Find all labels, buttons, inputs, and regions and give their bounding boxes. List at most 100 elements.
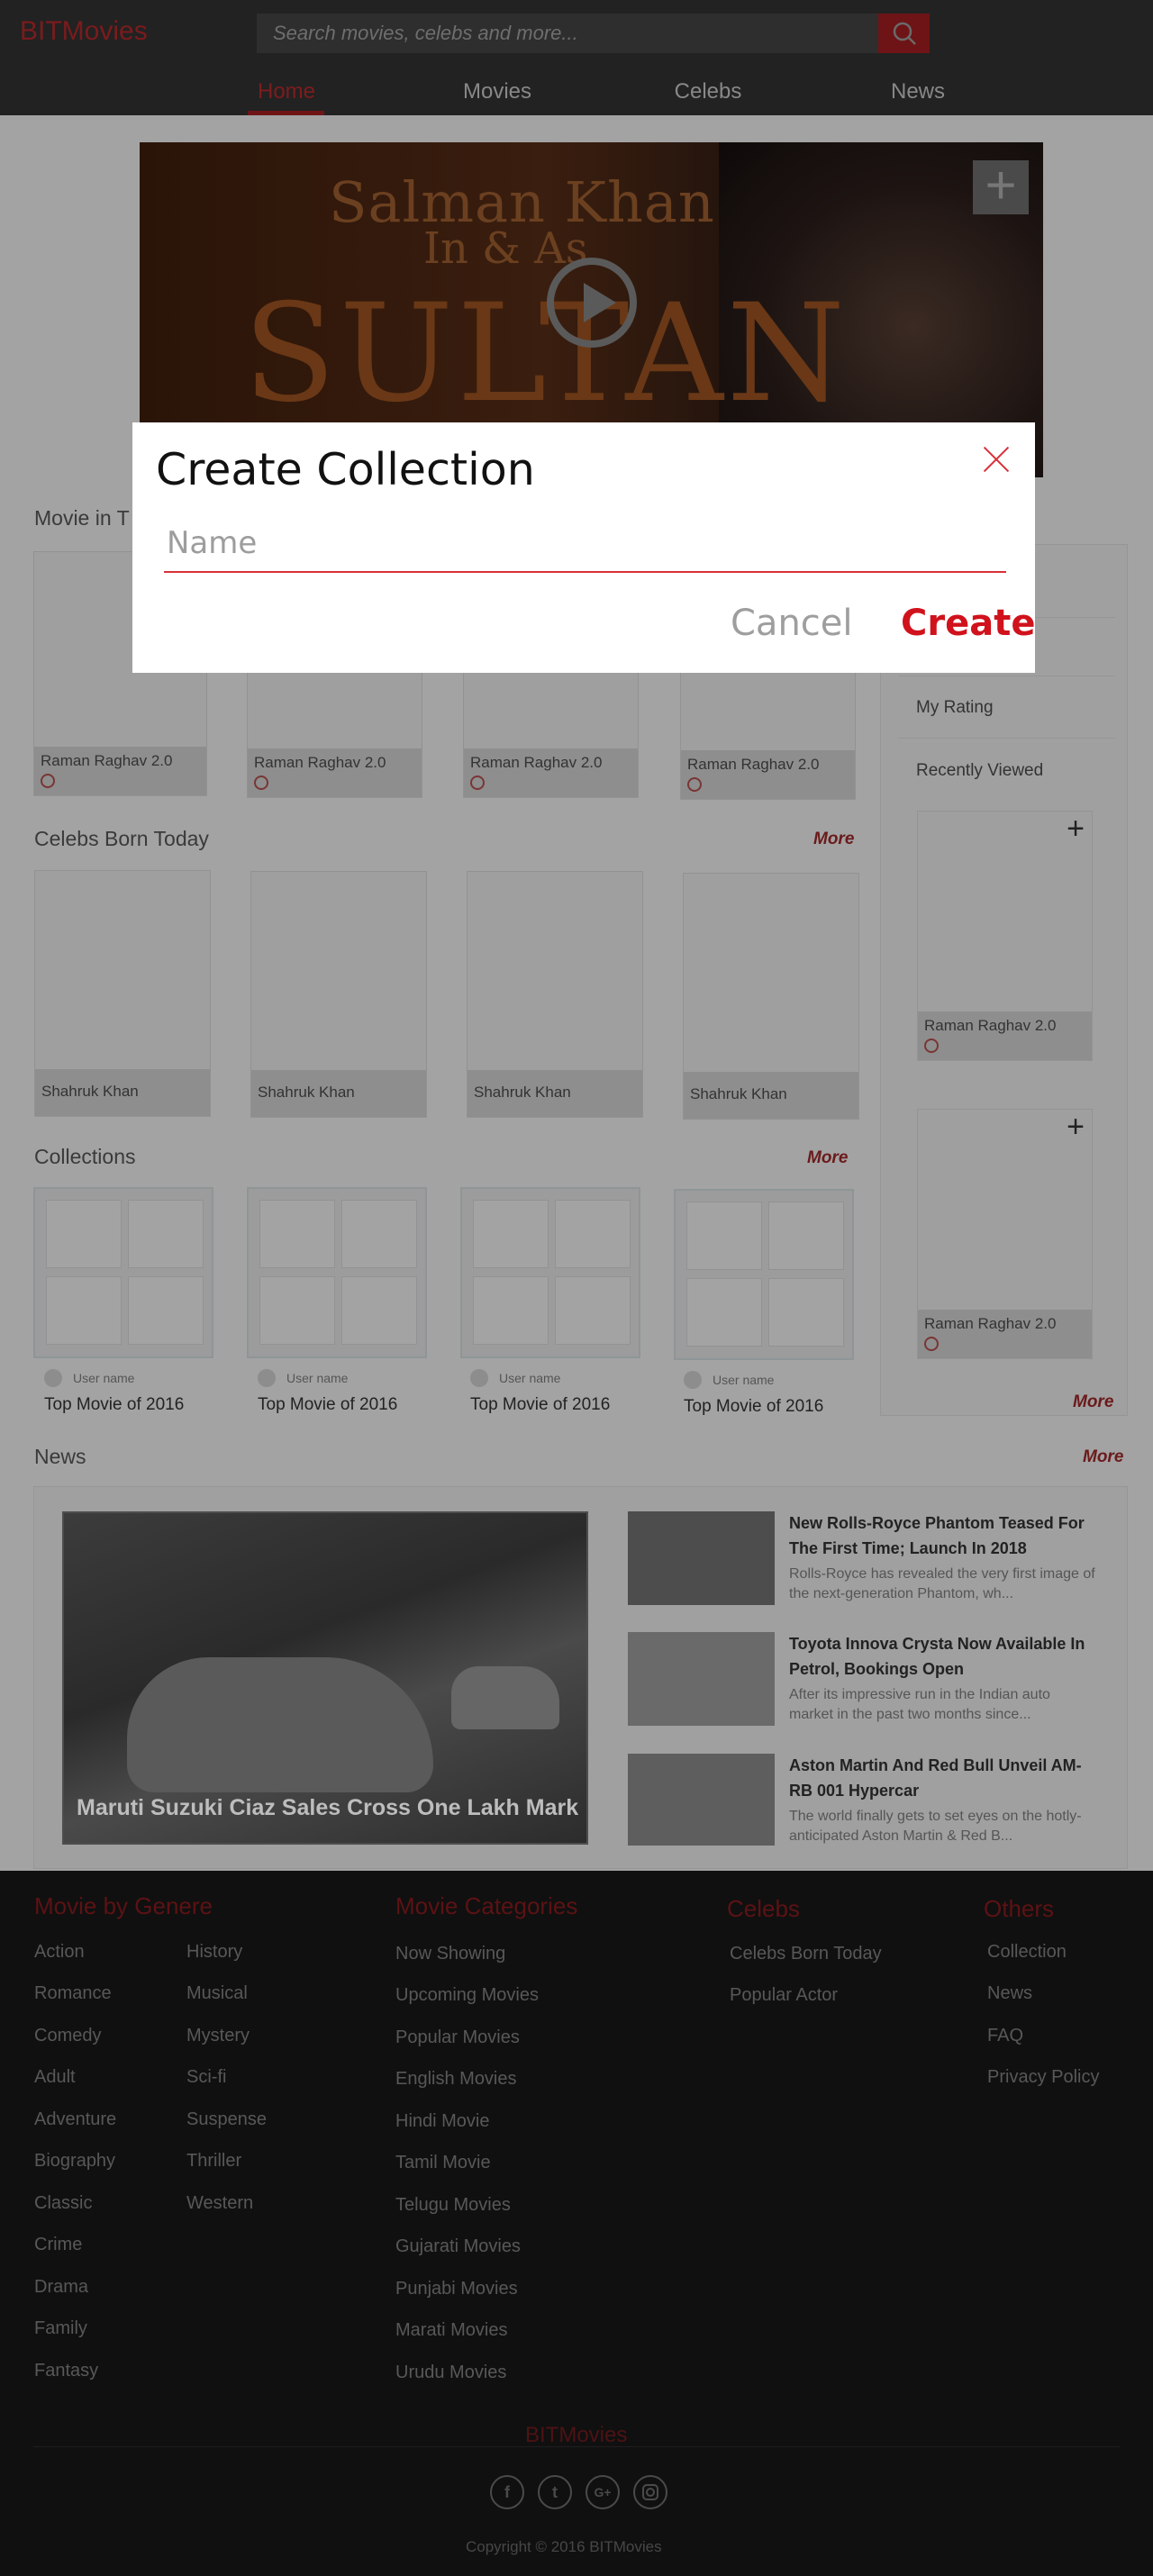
movie-card-caption: Raman Raghav 2.0: [34, 747, 206, 795]
collection-title[interactable]: Top Movie of 2016: [44, 1395, 184, 1415]
footer-link[interactable]: Now Showing: [395, 1944, 505, 1964]
collection-owner[interactable]: User name: [258, 1369, 348, 1387]
rating-icon: [924, 1039, 939, 1053]
footer-link[interactable]: Mystery: [186, 2026, 250, 2046]
news-headline[interactable]: New Rolls-Royce Phantom Teased For The F…: [789, 1510, 1095, 1561]
footer-link[interactable]: Marati Movies: [395, 2320, 507, 2341]
footer-link[interactable]: Adult: [34, 2067, 76, 2088]
collections-section-title: Collections: [34, 1145, 136, 1168]
collection-owner[interactable]: User name: [44, 1369, 134, 1387]
news-more-link[interactable]: More: [1083, 1447, 1123, 1467]
footer-link[interactable]: Comedy: [34, 2026, 101, 2046]
footer-link[interactable]: English Movies: [395, 2069, 517, 2090]
footer-link[interactable]: Musical: [186, 1983, 248, 2004]
footer-link[interactable]: Popular Actor: [730, 1985, 838, 2006]
footer-link[interactable]: Classic: [34, 2193, 92, 2214]
news-thumbnail[interactable]: [628, 1511, 775, 1605]
footer-link[interactable]: Upcoming Movies: [395, 1985, 539, 2006]
twitter-icon[interactable]: t: [538, 2475, 572, 2509]
play-icon[interactable]: [547, 258, 637, 348]
recent-movie-card[interactable]: + Raman Raghav 2.0: [917, 811, 1093, 1061]
collection-title[interactable]: Top Movie of 2016: [470, 1395, 610, 1415]
search-input[interactable]: [257, 14, 878, 53]
celeb-card[interactable]: Shahruk Khan: [34, 870, 211, 1117]
footer-link[interactable]: Suspense: [186, 2109, 267, 2130]
footer-link[interactable]: Popular Movies: [395, 2027, 520, 2048]
collection-thumb: [128, 1200, 204, 1268]
footer-link[interactable]: Privacy Policy: [987, 2067, 1099, 2088]
news-thumbnail[interactable]: [628, 1632, 775, 1726]
nav-news[interactable]: News: [891, 79, 945, 104]
footer-link[interactable]: News: [987, 1983, 1032, 2004]
nav-celebs[interactable]: Celebs: [675, 79, 742, 104]
footer-link[interactable]: Adventure: [34, 2109, 116, 2130]
add-icon[interactable]: +: [1067, 813, 1085, 844]
footer-link[interactable]: Gujarati Movies: [395, 2236, 521, 2257]
add-icon[interactable]: +: [973, 159, 1029, 214]
footer-link[interactable]: Biography: [34, 2151, 115, 2172]
footer-link[interactable]: Celebs Born Today: [730, 1944, 882, 1964]
collections-more-link[interactable]: More: [807, 1148, 848, 1168]
nav-movies[interactable]: Movies: [463, 79, 531, 104]
dialog-title: Create Collection: [156, 444, 535, 495]
collection-owner[interactable]: User name: [684, 1371, 774, 1389]
movie-card-caption: Raman Raghav 2.0: [681, 750, 855, 799]
instagram-icon[interactable]: [633, 2475, 667, 2509]
celeb-name: Shahruk Khan: [41, 1083, 139, 1100]
sidebar-item-recently-viewed[interactable]: Recently Viewed: [916, 761, 1043, 781]
celebs-section-title: Celebs Born Today: [34, 827, 209, 850]
news-thumbnail[interactable]: [628, 1754, 775, 1846]
celeb-card[interactable]: Shahruk Khan: [467, 871, 643, 1118]
facebook-icon[interactable]: f: [490, 2475, 524, 2509]
google-plus-icon[interactable]: G+: [586, 2475, 620, 2509]
copyright-text: Copyright © 2016 BITMovies: [466, 2538, 662, 2555]
news-headline[interactable]: Aston Martin And Red Bull Unveil AM-RB 0…: [789, 1753, 1095, 1803]
rating-icon: [41, 774, 55, 788]
footer-link[interactable]: History: [186, 1942, 242, 1963]
instagram-glyph: [642, 2484, 658, 2500]
footer-link[interactable]: Tamil Movie: [395, 2153, 491, 2173]
sidebar-more-link[interactable]: More: [1073, 1392, 1113, 1412]
celeb-card[interactable]: Shahruk Khan: [683, 873, 859, 1120]
collection-name-input[interactable]: [164, 515, 1006, 573]
footer-logo[interactable]: BITMovies: [525, 2423, 627, 2448]
collection-title[interactable]: Top Movie of 2016: [258, 1395, 397, 1415]
footer-link[interactable]: Family: [34, 2318, 87, 2339]
footer-link[interactable]: Fantasy: [34, 2361, 98, 2381]
footer-link[interactable]: Action: [34, 1942, 85, 1963]
collection-title[interactable]: Top Movie of 2016: [684, 1397, 823, 1417]
footer-link[interactable]: Collection: [987, 1942, 1067, 1963]
celeb-card[interactable]: Shahruk Khan: [250, 871, 427, 1118]
recent-movie-card[interactable]: + Raman Raghav 2.0: [917, 1109, 1093, 1359]
footer-link[interactable]: Telugu Movies: [395, 2195, 511, 2216]
footer-link[interactable]: Western: [186, 2193, 253, 2214]
footer-link[interactable]: Punjabi Movies: [395, 2279, 518, 2299]
close-icon[interactable]: [982, 445, 1011, 474]
celeb-card-caption: Shahruk Khan: [251, 1070, 426, 1117]
footer-link[interactable]: Thriller: [186, 2151, 241, 2172]
footer-link[interactable]: Romance: [34, 1983, 112, 2004]
news-featured[interactable]: Maruti Suzuki Ciaz Sales Cross One Lakh …: [62, 1511, 588, 1845]
add-icon[interactable]: +: [1067, 1111, 1085, 1142]
collection-owner[interactable]: User name: [470, 1369, 560, 1387]
collection-card[interactable]: [33, 1187, 213, 1358]
footer-link[interactable]: Crime: [34, 2235, 82, 2255]
search-button[interactable]: [878, 14, 930, 53]
nav-home[interactable]: Home: [258, 79, 315, 104]
footer-link[interactable]: Urudu Movies: [395, 2363, 506, 2383]
footer-link[interactable]: Drama: [34, 2277, 88, 2298]
footer-link[interactable]: Hindi Movie: [395, 2111, 489, 2132]
footer-link[interactable]: FAQ: [987, 2026, 1023, 2046]
create-button[interactable]: Create: [901, 603, 1035, 644]
avatar: [258, 1369, 276, 1387]
collection-card[interactable]: [460, 1187, 640, 1358]
collection-thumb: [341, 1200, 417, 1268]
footer-link[interactable]: Sci-fi: [186, 2067, 226, 2088]
celebs-more-link[interactable]: More: [813, 830, 854, 849]
cancel-button[interactable]: Cancel: [731, 603, 853, 644]
collection-card[interactable]: [247, 1187, 427, 1358]
sidebar-item-my-rating[interactable]: My Rating: [916, 698, 994, 718]
news-headline[interactable]: Toyota Innova Crysta Now Available In Pe…: [789, 1631, 1095, 1682]
collection-card[interactable]: [674, 1189, 854, 1360]
site-logo[interactable]: BITMovies: [20, 16, 148, 47]
